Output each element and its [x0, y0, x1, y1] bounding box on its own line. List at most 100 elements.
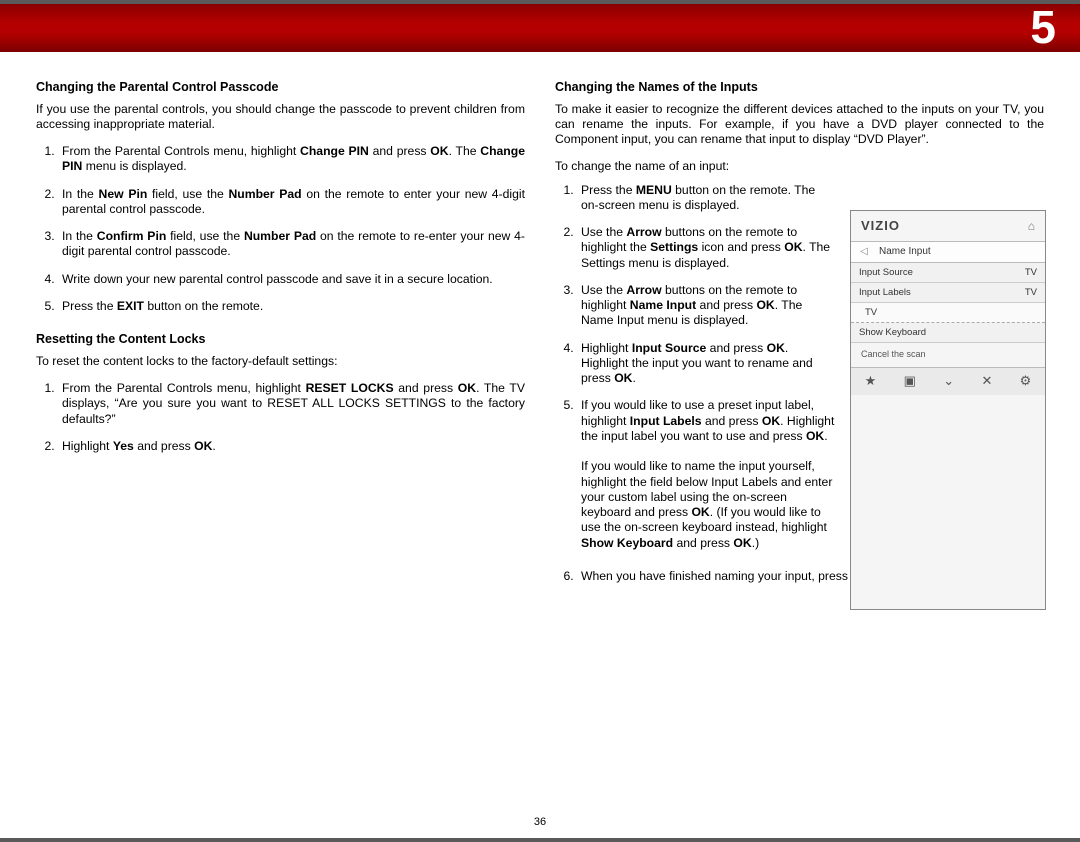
- text: Press the: [581, 183, 636, 197]
- gear-icon: ⚙: [1020, 373, 1032, 389]
- text: button on the remote.: [144, 299, 263, 313]
- text: .: [632, 371, 635, 385]
- row-value: TV: [1025, 287, 1037, 299]
- section-intro: To make it easier to recognize the diffe…: [555, 102, 1044, 148]
- tv-menu-title-row: ◁ Name Input: [851, 241, 1045, 263]
- step: Highlight Yes and press OK.: [58, 439, 525, 454]
- guide-icon: ▣: [904, 373, 916, 389]
- text: . The: [449, 144, 481, 158]
- home-icon: ⌂: [1028, 219, 1035, 234]
- bold: Settings: [650, 240, 698, 254]
- bold: OK: [733, 536, 751, 550]
- section-heading-passcode: Changing the Parental Control Passcode: [36, 80, 525, 96]
- step: In the Confirm Pin field, use the Number…: [58, 229, 525, 260]
- tv-row-input-source: Input Source TV: [851, 263, 1045, 283]
- manual-page: 5 Changing the Parental Control Passcode…: [0, 4, 1080, 838]
- bold: OK: [767, 341, 785, 355]
- bold: OK: [762, 414, 780, 428]
- section-heading-locks: Resetting the Content Locks: [36, 332, 525, 348]
- text: and press: [134, 439, 194, 453]
- bold: EXIT: [117, 299, 144, 313]
- text: and press: [706, 341, 766, 355]
- text: and press: [394, 381, 458, 395]
- step: Use the Arrow buttons on the remote to h…: [577, 283, 835, 329]
- step: From the Parental Controls menu, highlig…: [58, 381, 525, 427]
- bold: Arrow: [626, 225, 661, 239]
- text: .: [212, 439, 215, 453]
- close-icon: ✕: [981, 373, 992, 389]
- bold: New Pin: [99, 187, 148, 201]
- text: Use the: [581, 225, 626, 239]
- locks-steps: From the Parental Controls menu, highlig…: [36, 381, 525, 454]
- tv-footer-icons: ★ ▣ ⌄ ✕ ⚙: [851, 367, 1045, 395]
- v-icon: ⌄: [943, 373, 954, 389]
- field-value: TV: [865, 307, 877, 319]
- text: When you have finished naming your input…: [581, 569, 872, 583]
- text: .: [824, 429, 827, 443]
- text: From the Parental Controls menu, highlig…: [62, 381, 306, 395]
- right-column: Changing the Names of the Inputs To make…: [555, 80, 1044, 602]
- bold: RESET LOCKS: [306, 381, 394, 395]
- step: Write down your new parental control pas…: [58, 272, 525, 287]
- step: Highlight Input Source and press OK. Hig…: [577, 341, 835, 387]
- text: field, use the: [166, 229, 244, 243]
- bold: MENU: [636, 183, 672, 197]
- content-columns: Changing the Parental Control Passcode I…: [0, 52, 1080, 602]
- bold: Number Pad: [229, 187, 302, 201]
- bold: Yes: [113, 439, 134, 453]
- tv-menu-title: Name Input: [879, 246, 931, 259]
- tv-row-show-keyboard: Show Keyboard: [851, 323, 1045, 343]
- text: From the Parental Controls menu, highlig…: [62, 144, 300, 158]
- tv-brand-logo: VIZIO: [861, 218, 900, 234]
- step: Press the EXIT button on the remote.: [58, 299, 525, 314]
- section-intro-2: To change the name of an input:: [555, 159, 1044, 174]
- text: In the: [62, 229, 97, 243]
- bold: OK: [691, 505, 709, 519]
- text: and press: [673, 536, 733, 550]
- page-number: 36: [0, 816, 1080, 828]
- tv-row-custom-field: TV: [851, 303, 1045, 323]
- step: Press the MENU button on the remote. The…: [577, 183, 835, 214]
- tv-footer-message: Cancel the scan: [851, 343, 1045, 367]
- bold: Number Pad: [244, 229, 316, 243]
- text: and press: [702, 414, 762, 428]
- bold: OK: [458, 381, 476, 395]
- chapter-number: 5: [1030, 4, 1056, 54]
- bold: Name Input: [630, 298, 696, 312]
- section-heading-inputs: Changing the Names of the Inputs: [555, 80, 1044, 96]
- text: Highlight: [62, 439, 113, 453]
- text: and press: [369, 144, 430, 158]
- text: and press: [696, 298, 756, 312]
- bold: Arrow: [626, 283, 661, 297]
- row-label: Show Keyboard: [859, 327, 926, 339]
- back-icon: ◁: [857, 246, 871, 259]
- tv-header: VIZIO ⌂: [851, 211, 1045, 241]
- text: In the: [62, 187, 99, 201]
- bold: OK: [784, 240, 802, 254]
- bold: Change PIN: [300, 144, 369, 158]
- step: Use the Arrow buttons on the remote to h…: [577, 225, 835, 271]
- bold: OK: [614, 371, 632, 385]
- passcode-steps: From the Parental Controls menu, highlig…: [36, 144, 525, 314]
- bold: OK: [430, 144, 448, 158]
- step: From the Parental Controls menu, highlig…: [58, 144, 525, 175]
- row-label: Input Source: [859, 267, 913, 279]
- tv-row-input-labels: Input Labels TV: [851, 283, 1045, 303]
- inputs-steps: Press the MENU button on the remote. The…: [555, 183, 835, 551]
- bold: OK: [806, 429, 824, 443]
- text: field, use the: [147, 187, 228, 201]
- text: Press the: [62, 299, 117, 313]
- tv-menu-mockup: VIZIO ⌂ ◁ Name Input Input Source TV Inp…: [850, 210, 1046, 610]
- chapter-banner: 5: [0, 4, 1080, 52]
- bold: OK: [194, 439, 212, 453]
- bold: Input Labels: [630, 414, 702, 428]
- text: icon and press: [698, 240, 784, 254]
- bold: Confirm Pin: [97, 229, 167, 243]
- text: .): [752, 536, 759, 550]
- right-narrow-text: Press the MENU button on the remote. The…: [555, 183, 835, 551]
- bold: Show Keyboard: [581, 536, 673, 550]
- section-intro: If you use the parental controls, you sh…: [36, 102, 525, 133]
- row-value: TV: [1025, 267, 1037, 279]
- star-icon: ★: [865, 373, 877, 389]
- step: If you would like to use a preset input …: [577, 398, 835, 551]
